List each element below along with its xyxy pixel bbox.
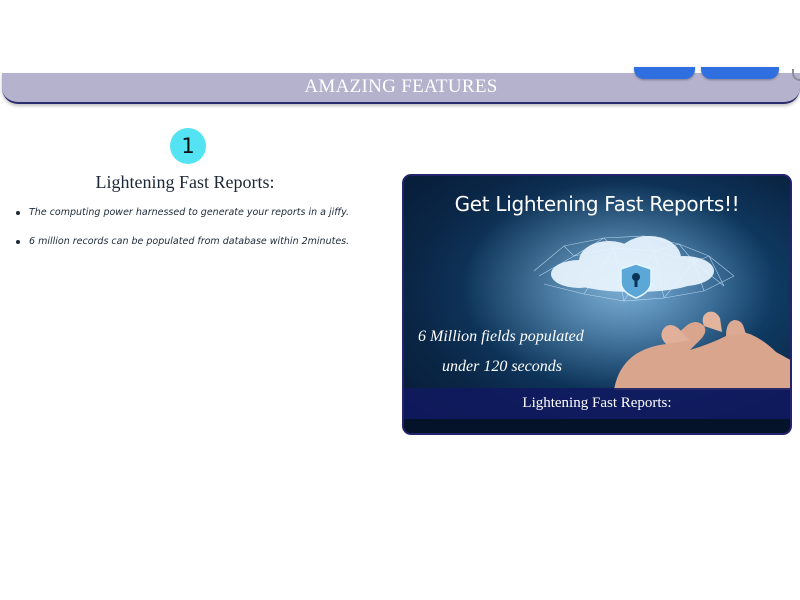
feature-bullet: The computing power harnessed to generat… [14,206,394,220]
step-number-badge: 1 [170,128,206,164]
promo-caption: Lightening Fast Reports: [522,395,672,411]
feature-bullet: 6 million records can be populated from … [14,235,394,249]
promo-title: Get Lightening Fast Reports!! [454,192,740,216]
promo-line-1: 6 Million fields populated [418,328,584,345]
card-bottom-strip [404,419,790,433]
promo-image-card: Get Lightening Fast Reports!! 6 Million … [402,174,792,435]
promo-caption-bar: Lightening Fast Reports: [404,388,790,419]
feature-heading: Lightening Fast Reports: [95,172,275,192]
feature-bullet-list: The computing power harnessed to generat… [14,206,394,264]
features-banner: AMAZING FEATURES [2,67,800,104]
promo-line-2: under 120 seconds [442,358,562,375]
banner-title: AMAZING FEATURES [304,76,498,97]
banner-edge-decoration [792,69,800,81]
nav-button-1[interactable] [634,67,695,79]
nav-button-2[interactable] [701,67,779,79]
